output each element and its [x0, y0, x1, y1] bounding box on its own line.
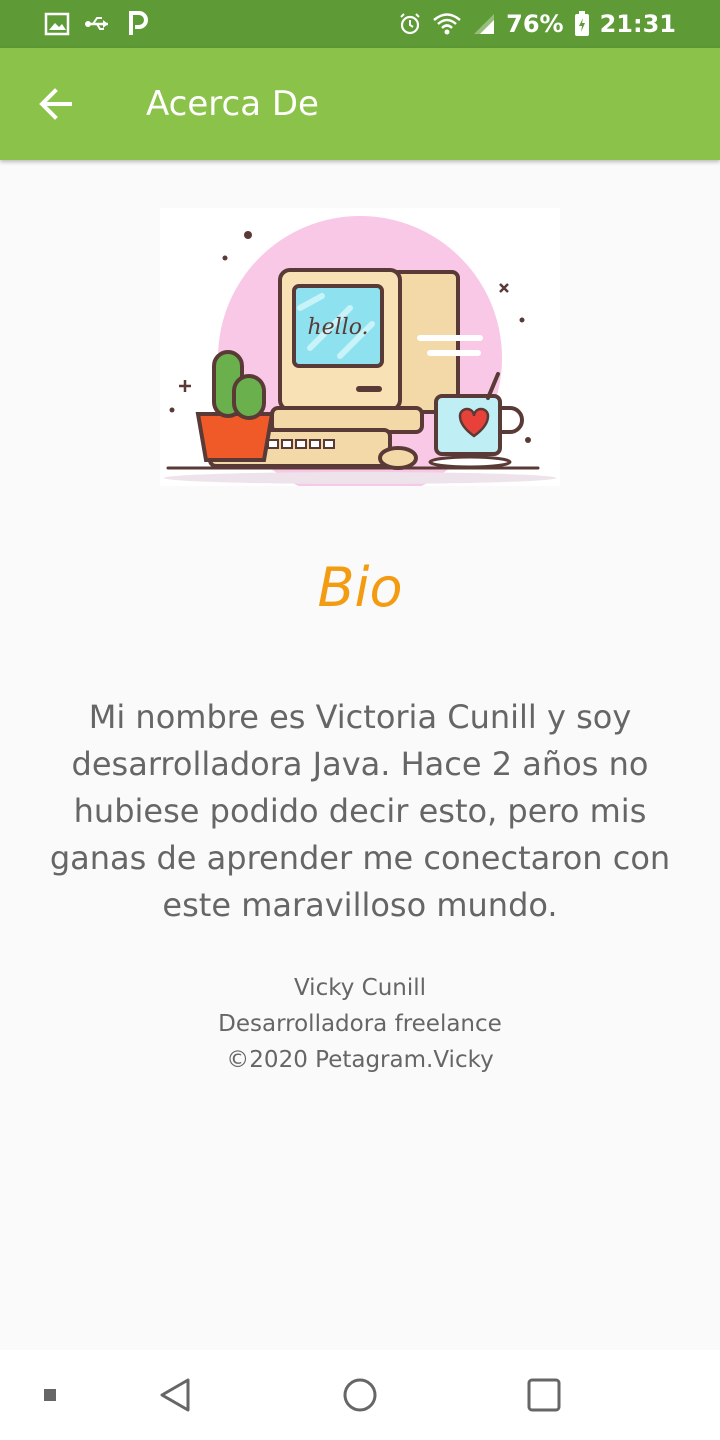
parking-icon	[126, 11, 150, 37]
menu-dot-button[interactable]	[20, 1370, 80, 1420]
wifi-icon	[432, 12, 462, 36]
app-bar: Acerca De	[0, 48, 720, 160]
retro-computer-illustration: hello.	[164, 216, 556, 500]
credits: Vicky Cunill Desarrolladora freelance ©2…	[0, 970, 720, 1078]
clock: 21:31	[599, 10, 676, 38]
nav-back-button[interactable]	[145, 1370, 205, 1420]
screen-text: hello.	[307, 315, 368, 340]
author-name: Vicky Cunill	[293, 975, 427, 1001]
recents-square-icon	[526, 1377, 562, 1413]
author-role: Desarrolladora freelance	[218, 1011, 502, 1037]
alarm-icon	[398, 12, 422, 36]
arrow-back-icon	[38, 86, 74, 122]
image-icon	[44, 12, 70, 36]
status-left-icons	[44, 10, 150, 38]
battery-percent: 76%	[506, 10, 564, 38]
nav-recents-button[interactable]	[514, 1370, 574, 1420]
signal-icon	[472, 12, 496, 36]
menu-dot-icon	[43, 1388, 57, 1402]
back-button[interactable]	[28, 76, 84, 132]
battery-icon	[574, 11, 590, 37]
back-triangle-icon	[158, 1377, 192, 1413]
navigation-bar	[0, 1350, 720, 1440]
bio-paragraph: Mi nombre es Victoria Cunill y soy desar…	[49, 698, 671, 924]
hero-illustration: hello.	[160, 208, 560, 500]
status-right-icons: 76% 21:31	[398, 10, 676, 38]
copyright: ©2020 Petagram.Vicky	[226, 1047, 494, 1073]
home-circle-icon	[342, 1377, 378, 1413]
bio-heading: Bio	[317, 556, 403, 619]
status-bar: 76% 21:31	[0, 0, 720, 48]
page-title: Acerca De	[146, 84, 319, 124]
usb-icon	[84, 12, 112, 36]
nav-home-button[interactable]	[330, 1370, 390, 1420]
